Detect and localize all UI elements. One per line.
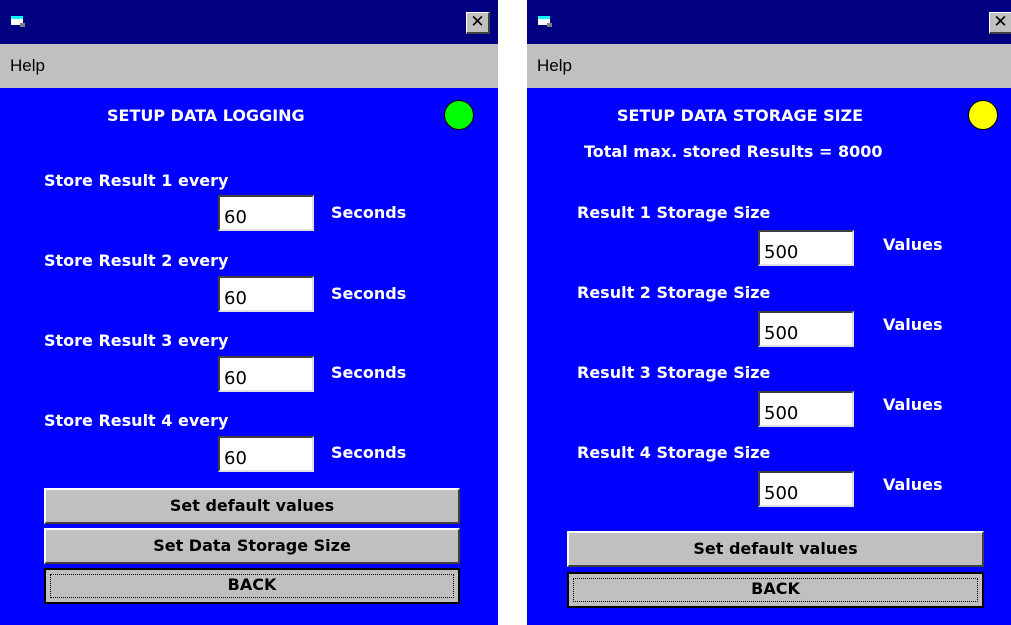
close-button[interactable]: ✕ — [466, 12, 490, 34]
status-indicator-green — [444, 100, 474, 130]
page-title: SETUP DATA STORAGE SIZE — [617, 106, 864, 125]
close-button[interactable]: ✕ — [989, 12, 1011, 34]
set-default-values-button[interactable]: Set default values — [44, 488, 460, 524]
result-2-interval-input[interactable]: 60 — [218, 276, 314, 312]
page-title: SETUP DATA LOGGING — [107, 106, 305, 125]
result-2-storage-input[interactable]: 500 — [758, 311, 854, 347]
app-icon — [538, 16, 552, 27]
close-icon: ✕ — [993, 12, 1008, 32]
result-4-interval-input[interactable]: 60 — [218, 436, 314, 472]
result-1-unit: Seconds — [331, 203, 407, 222]
set-default-values-button[interactable]: Set default values — [567, 531, 984, 567]
status-indicator-yellow — [968, 100, 998, 130]
result-4-storage-input[interactable]: 500 — [758, 471, 854, 507]
result-1-storage-label: Result 1 Storage Size — [577, 203, 771, 222]
result-4-storage-label: Result 4 Storage Size — [577, 443, 771, 462]
result-1-storage-input[interactable]: 500 — [758, 230, 854, 266]
app-icon — [11, 16, 25, 27]
result-1-storage-unit: Values — [883, 235, 943, 254]
result-1-label: Store Result 1 every — [44, 171, 229, 190]
result-4-label: Store Result 4 every — [44, 411, 229, 430]
result-3-interval-input[interactable]: 60 — [218, 356, 314, 392]
set-data-storage-size-button[interactable]: Set Data Storage Size — [44, 528, 460, 564]
result-4-storage-unit: Values — [883, 475, 943, 494]
close-icon: ✕ — [470, 12, 485, 32]
result-4-unit: Seconds — [331, 443, 407, 462]
storage-titlebar[interactable]: ✕ — [527, 0, 1011, 44]
menu-help[interactable]: Help — [537, 56, 572, 76]
result-3-label: Store Result 3 every — [44, 331, 229, 350]
result-3-storage-input[interactable]: 500 — [758, 391, 854, 427]
result-2-unit: Seconds — [331, 284, 407, 303]
result-2-label: Store Result 2 every — [44, 251, 229, 270]
result-3-storage-unit: Values — [883, 395, 943, 414]
logging-titlebar[interactable]: ✕ — [0, 0, 498, 44]
storage-window: ✕ Help SETUP DATA STORAGE SIZE Total max… — [527, 0, 1011, 625]
logging-menubar: Help — [0, 44, 498, 88]
storage-menubar: Help — [527, 44, 1011, 88]
logging-window: ✕ Help SETUP DATA LOGGING Store Result 1… — [0, 0, 498, 625]
back-button[interactable]: BACK — [44, 568, 460, 604]
focus-rect — [50, 574, 454, 598]
result-2-storage-unit: Values — [883, 315, 943, 334]
result-1-interval-input[interactable]: 60 — [218, 195, 314, 231]
result-2-storage-label: Result 2 Storage Size — [577, 283, 771, 302]
result-3-storage-label: Result 3 Storage Size — [577, 363, 771, 382]
result-3-unit: Seconds — [331, 363, 407, 382]
focus-rect — [573, 578, 978, 602]
menu-help[interactable]: Help — [10, 56, 45, 76]
back-button[interactable]: BACK — [567, 572, 984, 608]
total-stored-results: Total max. stored Results = 8000 — [584, 142, 883, 161]
